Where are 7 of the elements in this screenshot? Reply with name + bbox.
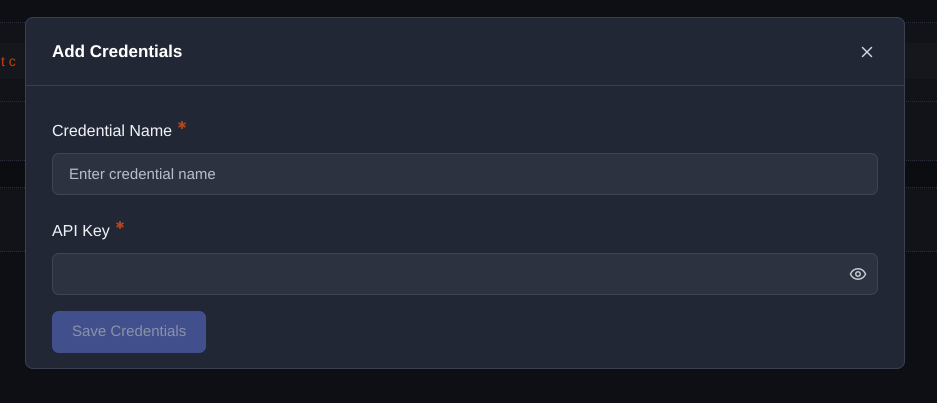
eye-icon[interactable] <box>849 265 867 283</box>
input-field[interactable]: Enter credential name <box>52 153 878 195</box>
field-label: API Key <box>52 222 110 242</box>
dialog-title: Add Credentials <box>52 40 182 63</box>
field-label: Credential Name <box>52 122 172 142</box>
notice-text: t c <box>1 52 16 70</box>
api-key-field[interactable] <box>52 253 878 295</box>
